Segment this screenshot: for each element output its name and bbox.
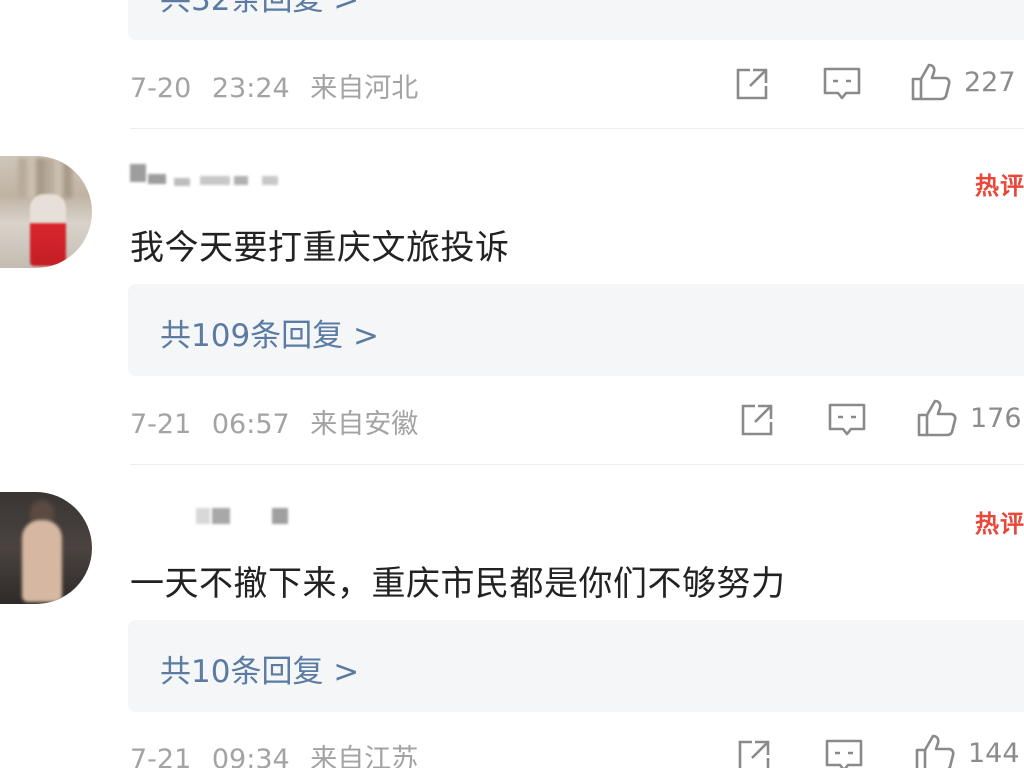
comment-date: 7-21 bbox=[130, 744, 192, 768]
like-button[interactable]: 176 bbox=[916, 398, 1022, 438]
comment-meta: 7-21 06:57 来自安徽 bbox=[130, 402, 418, 441]
view-replies-link[interactable]: 共109条回复 > bbox=[160, 310, 379, 355]
redaction-block bbox=[200, 176, 230, 185]
blurred-photo-background bbox=[18, 158, 72, 198]
divider bbox=[130, 128, 1024, 129]
like-count: 176 bbox=[970, 402, 1022, 434]
comment-button[interactable] bbox=[822, 64, 862, 104]
share-icon bbox=[736, 68, 768, 100]
replies-box[interactable]: 共10条回复 > bbox=[128, 620, 1024, 712]
comment-time: 06:57 bbox=[211, 409, 290, 440]
redaction-block bbox=[212, 508, 230, 524]
comment-icon bbox=[823, 67, 861, 100]
comment-time: 09:34 bbox=[211, 744, 290, 768]
blurred-photo-figure bbox=[22, 520, 62, 602]
redaction-block bbox=[130, 164, 146, 182]
thumbs-up-icon bbox=[915, 734, 955, 768]
comment-feed: 共32条回复 > 7-20 23:24 来自河北 227 热评 我今天要打重庆文… bbox=[0, 0, 1024, 768]
comment-location: 来自安徽 bbox=[310, 409, 419, 440]
share-button[interactable] bbox=[733, 64, 771, 104]
comment-text: 一天不撤下来，重庆市民都是你们不够努力 bbox=[130, 564, 786, 604]
username-redacted[interactable] bbox=[130, 504, 300, 528]
replies-box[interactable]: 共109条回复 > bbox=[128, 284, 1024, 376]
thumbs-up-icon bbox=[917, 399, 957, 437]
comment-location: 来自河北 bbox=[310, 73, 419, 104]
like-count: 144 bbox=[968, 737, 1020, 768]
share-icon bbox=[741, 404, 773, 436]
comment-meta: 7-21 09:34 来自江苏 bbox=[130, 737, 418, 768]
username-redacted[interactable] bbox=[130, 160, 290, 186]
like-count: 227 bbox=[964, 66, 1016, 98]
comment-text: 我今天要打重庆文旅投诉 bbox=[130, 228, 510, 268]
redaction-block bbox=[148, 174, 166, 184]
like-button[interactable]: 227 bbox=[910, 62, 1016, 102]
redaction-block bbox=[272, 508, 288, 524]
like-button[interactable]: 144 bbox=[914, 733, 1020, 768]
comment-location: 来自江苏 bbox=[310, 744, 419, 768]
hot-comment-badge: 热评 bbox=[975, 510, 1024, 538]
comment-icon bbox=[825, 739, 863, 768]
comment-icon bbox=[828, 403, 866, 436]
redaction-block bbox=[234, 176, 248, 185]
comment-button[interactable] bbox=[824, 736, 864, 768]
comment-time: 23:24 bbox=[211, 73, 290, 104]
replies-box[interactable]: 共32条回复 > bbox=[128, 0, 1024, 40]
share-button[interactable] bbox=[735, 736, 773, 768]
view-replies-link[interactable]: 共10条回复 > bbox=[160, 646, 359, 691]
avatar[interactable] bbox=[0, 156, 92, 268]
divider bbox=[130, 464, 1024, 465]
comment-meta: 7-20 23:24 来自河北 bbox=[130, 66, 418, 105]
comment-date: 7-21 bbox=[130, 409, 192, 440]
hot-comment-badge: 热评 bbox=[975, 172, 1024, 200]
redaction-block bbox=[174, 178, 190, 186]
redaction-block bbox=[196, 508, 210, 524]
redaction-block bbox=[262, 176, 278, 185]
blurred-photo-figure bbox=[30, 194, 66, 266]
share-button[interactable] bbox=[738, 400, 776, 440]
avatar[interactable] bbox=[0, 492, 92, 604]
thumbs-up-icon bbox=[911, 63, 951, 101]
comment-button[interactable] bbox=[827, 400, 867, 440]
comment-date: 7-20 bbox=[130, 73, 192, 104]
view-replies-link[interactable]: 共32条回复 > bbox=[160, 0, 359, 19]
share-icon bbox=[738, 740, 770, 768]
